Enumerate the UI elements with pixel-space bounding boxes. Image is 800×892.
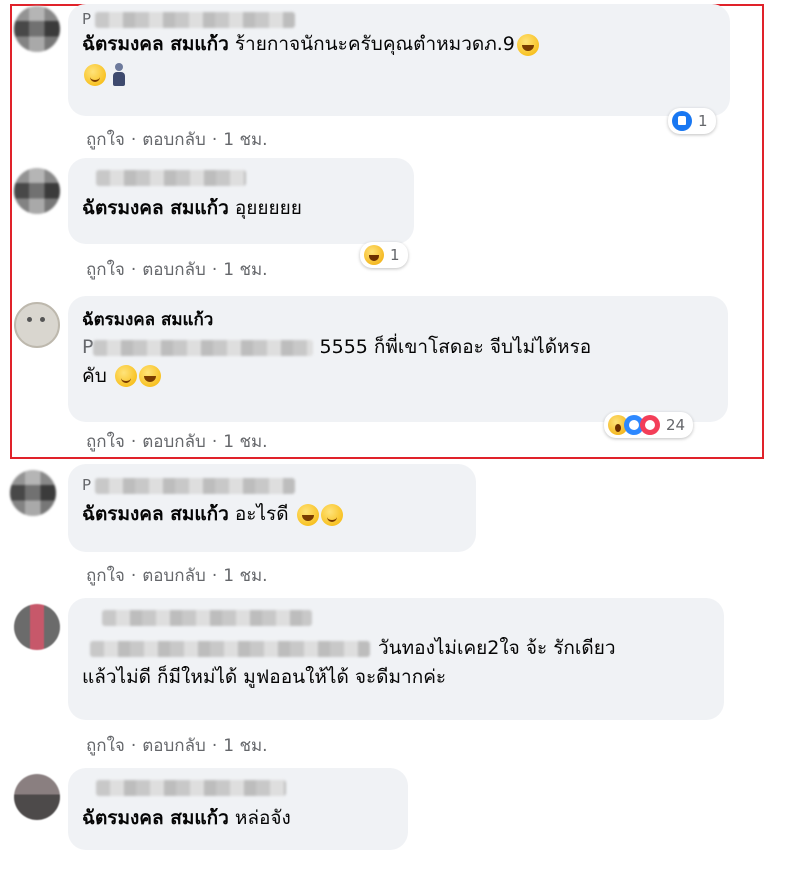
avatar[interactable]: [14, 6, 60, 52]
reaction-summary[interactable]: 1: [668, 108, 716, 134]
comment-body: อุยยยยย: [234, 197, 302, 219]
comment-body: แล้วไม่ดี ก็มีใหม่ได้ มูฟออนให้ได้ จะดีม…: [82, 665, 447, 688]
comment-body: หล่อจัง: [234, 807, 291, 829]
like-link[interactable]: ถูกใจ: [86, 566, 125, 586]
comment-body: คับ: [82, 364, 107, 387]
redacted-mention: [93, 339, 314, 356]
comment-actions: ถูกใจ · ตอบกลับ · 1 ชม.: [86, 732, 274, 759]
separator: ·: [130, 736, 137, 756]
like-link[interactable]: ถูกใจ: [86, 736, 125, 756]
like-link[interactable]: ถูกใจ: [86, 432, 125, 452]
reply-link[interactable]: ตอบกลับ: [142, 566, 206, 586]
separator: ·: [130, 566, 137, 586]
reply-link[interactable]: ตอบกลับ: [142, 260, 206, 280]
comment-bubble: ฉัตรมงคล สมแก้ว หล่อจัง: [68, 768, 408, 850]
comment-text-line2: แล้วไม่ดี ก็มีใหม่ได้ มูฟออนให้ได้ จะดีม…: [82, 663, 710, 692]
separator: ·: [211, 130, 218, 150]
avatar[interactable]: [14, 774, 60, 820]
comment-actions: ถูกใจ · ตอบกลับ · 1 ชม.: [86, 428, 274, 455]
comment-bubble: วันทองไม่เคย2ใจ จ้ะ รักเดียว แล้วไม่ดี ก…: [68, 598, 724, 720]
avatar-eye: [27, 317, 32, 322]
comment-text: ฉัตรมงคล สมแก้ว อุยยยยย: [82, 194, 400, 223]
separator: ·: [211, 432, 218, 452]
author-initial: P: [82, 476, 92, 494]
mention-tag[interactable]: ฉัตรมงคล สมแก้ว: [82, 503, 229, 525]
reaction-summary[interactable]: 24: [604, 412, 694, 438]
smile-emoji-icon: [84, 63, 106, 86]
comment-actions: ถูกใจ · ตอบกลับ · 1 ชม.: [86, 562, 274, 589]
timestamp[interactable]: 1 ชม.: [223, 432, 267, 452]
reply-link[interactable]: ตอบกลับ: [142, 432, 206, 452]
comment-bubble: ฉัตรมงคล สมแก้ว P 5555 ก็พี่เขาโสดอะ จีบ…: [68, 296, 728, 422]
comment-body: วันทองไม่เคย2ใจ จ้ะ รักเดียว: [378, 637, 616, 659]
like-reaction-icon: [672, 111, 692, 131]
separator: ·: [130, 260, 137, 280]
comment-bubble: ฉัตรมงคล สมแก้ว อุยยยยย: [68, 158, 414, 244]
comment-body: 5555 ก็พี่เขาโสดอะ จีบไม่ได้หรอ: [319, 336, 592, 358]
redacted-mention: [90, 640, 370, 657]
timestamp[interactable]: 1 ชม.: [223, 736, 267, 756]
reaction-count: 24: [666, 416, 686, 434]
redacted-name: [102, 609, 312, 626]
laugh-emoji-icon: [516, 33, 539, 56]
comment-text-line2: คับ: [82, 362, 714, 391]
comment-body: ร้ายกาจนักนะครับคุณตำหมวดภ.9: [234, 33, 515, 55]
laugh-emoji-icon: [138, 365, 161, 387]
reply-link[interactable]: ตอบกลับ: [142, 736, 206, 756]
reply-link[interactable]: ตอบกลับ: [142, 130, 206, 150]
love-reaction-icon: [640, 415, 660, 435]
comment-text: ฉัตรมงคล สมแก้ว อะไรดี: [82, 500, 462, 529]
comment-author[interactable]: [82, 608, 710, 628]
separator: ·: [130, 130, 137, 150]
redacted-name: [96, 169, 246, 186]
reaction-summary[interactable]: 1: [360, 242, 408, 268]
smile-emoji-icon: [114, 365, 137, 387]
avatar[interactable]: [10, 470, 56, 516]
mention-tag[interactable]: ฉัตรมงคล สมแก้ว: [82, 807, 229, 829]
redacted-name: [96, 779, 286, 796]
separator: ·: [130, 432, 137, 452]
haha-reaction-icon: [364, 245, 384, 265]
redacted-name: [95, 11, 296, 28]
avatar[interactable]: [14, 168, 60, 214]
separator: ·: [211, 736, 218, 756]
comment-text: ฉัตรมงคล สมแก้ว หล่อจัง: [82, 804, 394, 833]
mention-tag[interactable]: ฉัตรมงคล สมแก้ว: [82, 197, 229, 219]
redacted-name: [95, 477, 296, 494]
comment-body: อะไรดี: [234, 503, 289, 525]
comment-author[interactable]: P: [82, 10, 716, 30]
avatar-eye: [40, 317, 45, 322]
author-initial: P: [82, 10, 92, 28]
laugh-emoji-icon: [296, 503, 319, 526]
mention-tag[interactable]: ฉัตรมงคล สมแก้ว: [82, 33, 229, 55]
comment-actions: ถูกใจ · ตอบกลับ · 1 ชม.: [86, 256, 274, 283]
comment-text: วันทองไม่เคย2ใจ จ้ะ รักเดียว: [82, 634, 710, 663]
comment-text: ฉัตรมงคล สมแก้ว ร้ายกาจนักนะครับคุณตำหมว…: [82, 30, 716, 59]
reaction-count: 1: [390, 246, 400, 264]
comment-bubble: P ฉัตรมงคล สมแก้ว อะไรดี: [68, 464, 476, 552]
comment-author[interactable]: P: [82, 476, 462, 496]
like-link[interactable]: ถูกใจ: [86, 130, 125, 150]
timestamp[interactable]: 1 ชม.: [223, 260, 267, 280]
separator: ·: [211, 260, 218, 280]
smile-emoji-icon: [320, 503, 343, 526]
comment-author[interactable]: [82, 778, 394, 798]
comment-author[interactable]: ฉัตรมงคล สมแก้ว: [82, 306, 714, 333]
comment-actions: ถูกใจ · ตอบกลับ · 1 ชม.: [86, 126, 274, 153]
mention-initial: P: [82, 336, 94, 358]
timestamp[interactable]: 1 ชม.: [223, 566, 267, 586]
timestamp[interactable]: 1 ชม.: [223, 130, 267, 150]
person-emoji-icon: [112, 62, 126, 87]
reaction-count: 1: [698, 112, 708, 130]
separator: ·: [211, 566, 218, 586]
like-link[interactable]: ถูกใจ: [86, 260, 125, 280]
comment-bubble: P ฉัตรมงคล สมแก้ว ร้ายกาจนักนะครับคุณตำห…: [68, 4, 730, 116]
avatar[interactable]: [14, 604, 60, 650]
comment-author[interactable]: [82, 168, 400, 188]
avatar[interactable]: [14, 302, 60, 348]
comment-text: P 5555 ก็พี่เขาโสดอะ จีบไม่ได้หรอ: [82, 333, 714, 362]
